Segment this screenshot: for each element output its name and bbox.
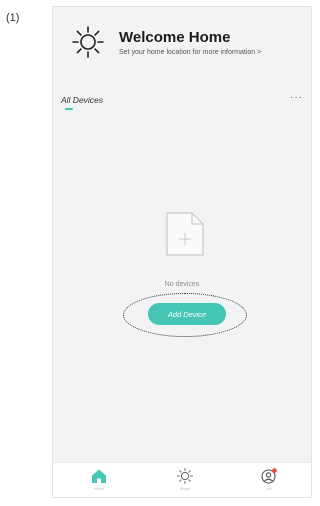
nav-home-label: Home <box>93 486 105 491</box>
more-horizontal-icon[interactable]: ··· <box>290 92 303 103</box>
add-device-button[interactable]: Add Device <box>148 303 226 325</box>
nav-home[interactable]: Home <box>79 467 119 495</box>
header: Welcome Home Set your home location for … <box>53 7 311 87</box>
welcome-title: Welcome Home <box>119 29 231 46</box>
nav-me-label: Me <box>266 486 272 491</box>
no-devices-message: No devices <box>164 281 200 288</box>
home-location-link[interactable]: Set your home location for more informat… <box>119 49 261 56</box>
home-icon <box>92 469 106 483</box>
smart-sun-icon <box>177 468 193 484</box>
tab-all-devices[interactable]: All Devices <box>61 95 103 105</box>
tab-active-indicator <box>65 108 73 110</box>
phone-screen: Welcome Home Set your home location for … <box>52 6 312 498</box>
bottom-nav: Home Smart Me <box>53 462 311 497</box>
notification-dot <box>272 468 277 473</box>
step-label: (1) <box>6 12 20 24</box>
empty-document-icon <box>166 212 204 256</box>
sun-icon <box>72 26 104 58</box>
nav-me[interactable]: Me <box>249 467 289 495</box>
profile-icon <box>261 468 277 484</box>
nav-smart-label: Smart <box>179 486 191 491</box>
nav-smart[interactable]: Smart <box>165 467 205 495</box>
